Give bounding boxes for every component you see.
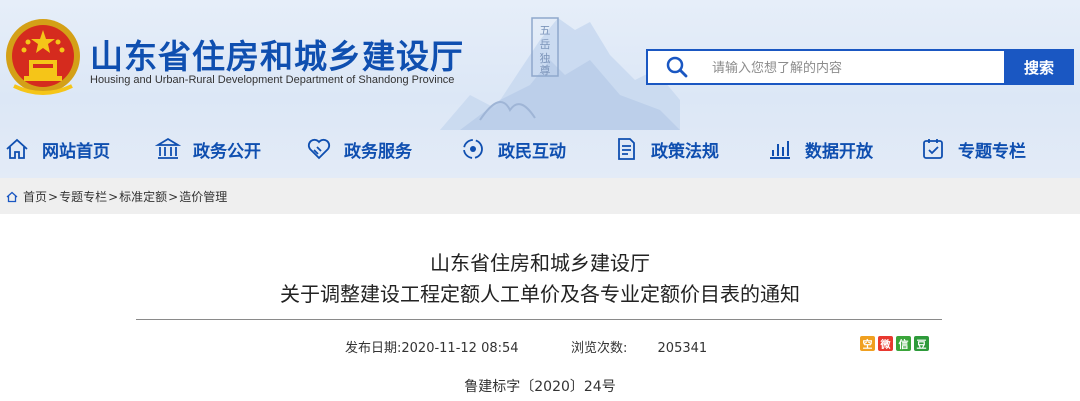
breadcrumb-standards[interactable]: 标准定额 bbox=[119, 188, 167, 205]
nav-label: 数据开放 bbox=[805, 141, 873, 162]
mountain-background-graphic: 五 岳 独 尊 bbox=[440, 17, 680, 130]
nav-label: 网站首页 bbox=[42, 141, 110, 162]
nav-gov-services[interactable]: 政务服务 bbox=[306, 128, 412, 170]
douban-share-icon[interactable]: 豆 bbox=[914, 336, 929, 351]
breadcrumb-separator: > bbox=[108, 189, 119, 204]
qzone-share-icon[interactable]: 空 bbox=[860, 336, 875, 351]
home-icon bbox=[6, 191, 18, 202]
nav-special-column[interactable]: 专题专栏 bbox=[920, 128, 1026, 170]
interaction-icon bbox=[463, 139, 483, 159]
weibo-share-icon[interactable]: 微 bbox=[878, 336, 893, 351]
main-nav: 网站首页 政务公开 政务服务 政民互动 政策法规 数据开放 专题专栏 bbox=[0, 128, 1080, 170]
nav-label: 政民互动 bbox=[498, 141, 566, 162]
bar-chart-icon bbox=[770, 141, 790, 159]
svg-text:岳: 岳 bbox=[540, 38, 551, 51]
national-emblem-logo bbox=[6, 19, 80, 95]
search-button[interactable]: 搜索 bbox=[1004, 49, 1074, 85]
government-building-icon bbox=[155, 137, 181, 159]
site-header: 五 岳 独 尊 山东省住房和城乡建设厅 Housing and Urban-Ru… bbox=[0, 0, 1080, 178]
wechat-share-icon[interactable]: 信 bbox=[896, 336, 911, 351]
document-number: 鲁建标字〔2020〕24号 bbox=[464, 379, 616, 395]
breadcrumb-cost-management[interactable]: 造价管理 bbox=[179, 188, 227, 205]
view-count-label: 浏览次数: bbox=[571, 341, 628, 356]
title-divider bbox=[136, 319, 942, 320]
breadcrumb-special-column[interactable]: 专题专栏 bbox=[59, 188, 107, 205]
article-title-line2: 关于调整建设工程定额人工单价及各专业定额价目表的通知 bbox=[280, 282, 800, 306]
publish-date-value: 2020-11-12 08:54 bbox=[401, 341, 519, 356]
handshake-icon bbox=[307, 138, 331, 160]
breadcrumb-bar: 首页 > 专题专栏 > 标准定额 > 造价管理 bbox=[0, 178, 1080, 214]
policy-document-icon bbox=[618, 138, 635, 160]
search-icon bbox=[666, 56, 688, 78]
share-buttons: 空 微 信 豆 bbox=[860, 336, 929, 351]
breadcrumb-separator: > bbox=[168, 189, 179, 204]
breadcrumb-separator: > bbox=[48, 189, 59, 204]
search-input[interactable] bbox=[710, 55, 1004, 81]
nav-label: 政务服务 bbox=[344, 141, 412, 162]
site-subtitle: Housing and Urban-Rural Development Depa… bbox=[90, 74, 455, 86]
nav-policy[interactable]: 政策法规 bbox=[613, 128, 719, 170]
nav-open-data[interactable]: 数据开放 bbox=[767, 128, 873, 170]
publish-date-label: 发布日期: bbox=[345, 341, 402, 356]
svg-text:尊: 尊 bbox=[540, 63, 551, 77]
svg-text:五: 五 bbox=[540, 24, 551, 37]
nav-label: 专题专栏 bbox=[958, 141, 1026, 162]
nav-label: 政务公开 bbox=[193, 141, 261, 162]
site-title: 山东省住房和城乡建设厅 bbox=[90, 37, 464, 76]
search-box: 搜索 bbox=[646, 49, 1074, 85]
view-count: 浏览次数: 205341 bbox=[571, 337, 707, 356]
article: 山东省住房和城乡建设厅 关于调整建设工程定额人工单价及各专业定额价目表的通知 发… bbox=[0, 214, 1080, 401]
publish-date: 发布日期:2020-11-12 08:54 bbox=[345, 337, 519, 356]
breadcrumb: 首页 > 专题专栏 > 标准定额 > 造价管理 bbox=[6, 188, 227, 205]
special-column-icon bbox=[923, 139, 943, 159]
nav-label: 政策法规 bbox=[651, 141, 719, 162]
nav-gov-affairs[interactable]: 政务公开 bbox=[155, 128, 261, 170]
home-icon bbox=[6, 138, 28, 159]
breadcrumb-home[interactable]: 首页 bbox=[23, 188, 47, 205]
article-title-line1: 山东省住房和城乡建设厅 bbox=[430, 251, 650, 275]
view-count-value: 205341 bbox=[657, 341, 708, 356]
nav-home[interactable]: 网站首页 bbox=[4, 128, 110, 170]
nav-interaction[interactable]: 政民互动 bbox=[460, 128, 566, 170]
